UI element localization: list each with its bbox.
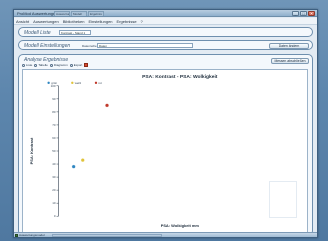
y-tick-label: 80 [52, 110, 56, 114]
data-series-label: Datenreihe [82, 44, 97, 48]
model-settings-label: Modell Einstellungen [24, 43, 71, 49]
y-tick-label: 40 [52, 162, 56, 166]
legend-label: weiß [75, 81, 81, 85]
title-tabs: Auswertung Modell Ergebnis [54, 11, 104, 16]
legend-marker [47, 81, 50, 85]
model-select[interactable]: Kontrast - Stand 1 [59, 30, 91, 35]
y-tick-label: 20 [52, 188, 56, 192]
app-icon [15, 233, 18, 237]
chart-title: PSA: Kontrast - PSA: Wolkigkeit [142, 74, 218, 80]
y-tick-label: 30 [52, 175, 56, 179]
data-point [105, 103, 109, 108]
radio-icon [69, 63, 73, 67]
option-export[interactable]: Export [69, 63, 83, 67]
legend-marker [71, 81, 74, 85]
option-diagramm-label: Diagramm [53, 63, 68, 67]
window-title: ProMod Auswertungen [17, 11, 58, 16]
menu-ansicht[interactable]: Ansicht [16, 19, 29, 24]
radio-icon [34, 63, 38, 67]
radio-selected-icon [49, 63, 53, 67]
title-tab-ergebnis[interactable]: Ergebnis [88, 11, 104, 16]
model-list-panel: Modell Liste Kontrast - Stand 1 [18, 27, 313, 37]
y-tick-label: 10 [52, 201, 56, 205]
y-tick-label: 90 [52, 97, 56, 101]
menu-bibliotheken[interactable]: Bibliotheken [63, 19, 85, 24]
chart-inset-box [269, 181, 297, 218]
application-window: ProMod Auswertungen Auswertung Modell Er… [13, 9, 318, 238]
option-export-label: Export [73, 63, 83, 67]
window-controls: _ □ ✕ [292, 11, 315, 16]
option-liste[interactable]: Liste [22, 63, 32, 67]
stop-icon[interactable] [84, 63, 89, 67]
legend-label: rot [98, 81, 102, 85]
option-tabelle[interactable]: Tabelle [34, 63, 48, 67]
menu-ergebnisse[interactable]: Ergebnisse [117, 19, 137, 24]
model-settings-panel: Modell Einstellungen Datenreihe Daten Da… [18, 40, 313, 50]
y-tick-label: 0 [54, 214, 56, 218]
y-axis-label: PSA: Kontrast [29, 137, 34, 164]
results-panel: Analyse Ergebnisse Messen abschließen Li… [18, 54, 313, 236]
status-progress-track [52, 234, 162, 237]
menu-auswertungen[interactable]: Auswertungen [33, 19, 59, 24]
data-series-select[interactable]: Daten [97, 43, 193, 48]
y-tick-label: 70 [52, 123, 56, 127]
y-tick-label: 50 [52, 149, 56, 153]
finish-measurement-button[interactable]: Messen abschließen [271, 58, 309, 64]
data-point [80, 158, 85, 163]
menu-bar: Ansicht Auswertungen Bibliotheken Einste… [14, 18, 317, 25]
option-diagramm[interactable]: Diagramm [49, 63, 68, 67]
radio-icon [22, 63, 25, 67]
x-axis-label: PSA: Wolkigkeit mm [161, 223, 200, 228]
legend-label: grün [51, 81, 57, 85]
taskbar-item-label: Auswertungsmodul [19, 233, 45, 237]
status-bar: Auswertungsmodul [14, 232, 317, 237]
menu-help[interactable]: ? [141, 19, 143, 24]
y-tick-label: 60 [52, 136, 56, 140]
option-liste-label: Liste [26, 63, 33, 67]
menu-einstellungen[interactable]: Einstellungen [89, 19, 113, 24]
option-tabelle-label: Tabelle [38, 63, 48, 67]
title-tab-auswertung[interactable]: Auswertung [54, 11, 70, 16]
chart-svg: PSA: Kontrast - PSA: Wolkigkeit 0 10 20 30 40… [29, 74, 218, 228]
data-point [71, 164, 76, 169]
legend-marker [94, 81, 98, 85]
change-data-button[interactable]: Daten ändern [269, 43, 309, 49]
maximize-button[interactable]: □ [300, 11, 307, 16]
title-tab-modell[interactable]: Modell [71, 11, 87, 16]
scatter-chart: PSA: Kontrast - PSA: Wolkigkeit 0 10 20 30 40… [22, 69, 308, 234]
view-options: Liste Tabelle Diagramm Export [22, 63, 89, 67]
minimize-button[interactable]: _ [292, 11, 299, 16]
taskbar-item[interactable]: Auswertungsmodul [15, 233, 45, 237]
model-list-label: Modell Liste [24, 30, 51, 36]
title-bar[interactable]: ProMod Auswertungen Auswertung Modell Er… [14, 10, 317, 17]
close-button[interactable]: ✕ [308, 11, 315, 16]
